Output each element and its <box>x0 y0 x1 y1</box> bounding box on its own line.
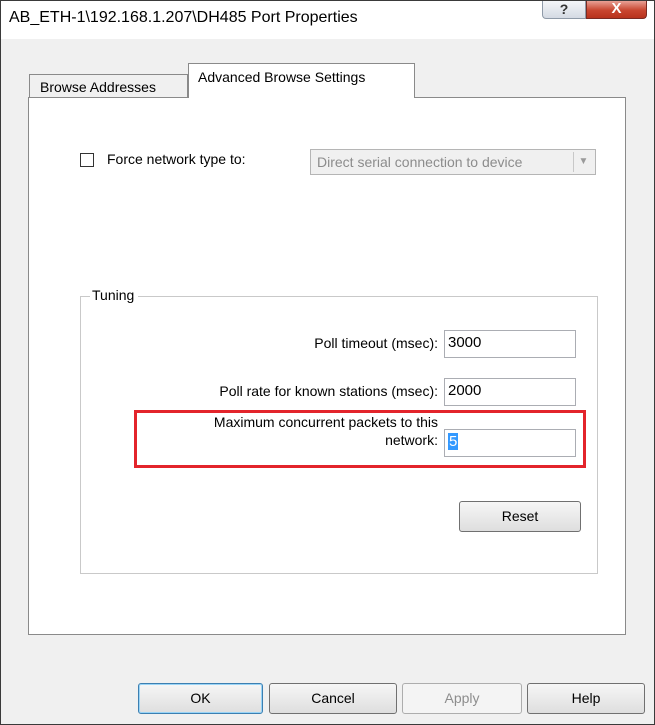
reset-button[interactable]: Reset <box>459 501 581 532</box>
tab-browse-addresses[interactable]: Browse Addresses <box>29 74 188 97</box>
chevron-down-icon[interactable]: ▼ <box>573 152 593 172</box>
highlight-box <box>134 410 586 468</box>
apply-button[interactable]: Apply <box>402 683 522 714</box>
help-button[interactable]: Help <box>527 683 645 714</box>
help-icon[interactable]: ? <box>542 1 586 19</box>
title-bar: AB_ETH-1\192.168.1.207\DH485 Port Proper… <box>1 1 654 39</box>
poll-rate-input[interactable]: 2000 <box>444 378 576 406</box>
tuning-group-title: Tuning <box>90 287 139 303</box>
force-network-checkbox[interactable] <box>80 153 94 167</box>
force-network-label[interactable]: Force network type to: <box>107 151 246 167</box>
poll-rate-label: Poll rate for known stations (msec): <box>219 383 438 399</box>
network-type-dropdown[interactable]: Direct serial connection to device ▼ <box>310 149 596 175</box>
cancel-button[interactable]: Cancel <box>269 683 397 714</box>
port-properties-dialog: AB_ETH-1\192.168.1.207\DH485 Port Proper… <box>0 0 655 725</box>
ok-button[interactable]: OK <box>138 683 263 714</box>
close-icon[interactable]: X <box>586 1 647 19</box>
tab-advanced-browse-settings[interactable]: Advanced Browse Settings <box>188 63 415 98</box>
window-title: AB_ETH-1\192.168.1.207\DH485 Port Proper… <box>9 9 358 26</box>
network-type-selected-value: Direct serial connection to device <box>317 154 523 170</box>
poll-timeout-label: Poll timeout (msec): <box>314 335 438 351</box>
poll-timeout-input[interactable]: 3000 <box>444 330 576 358</box>
